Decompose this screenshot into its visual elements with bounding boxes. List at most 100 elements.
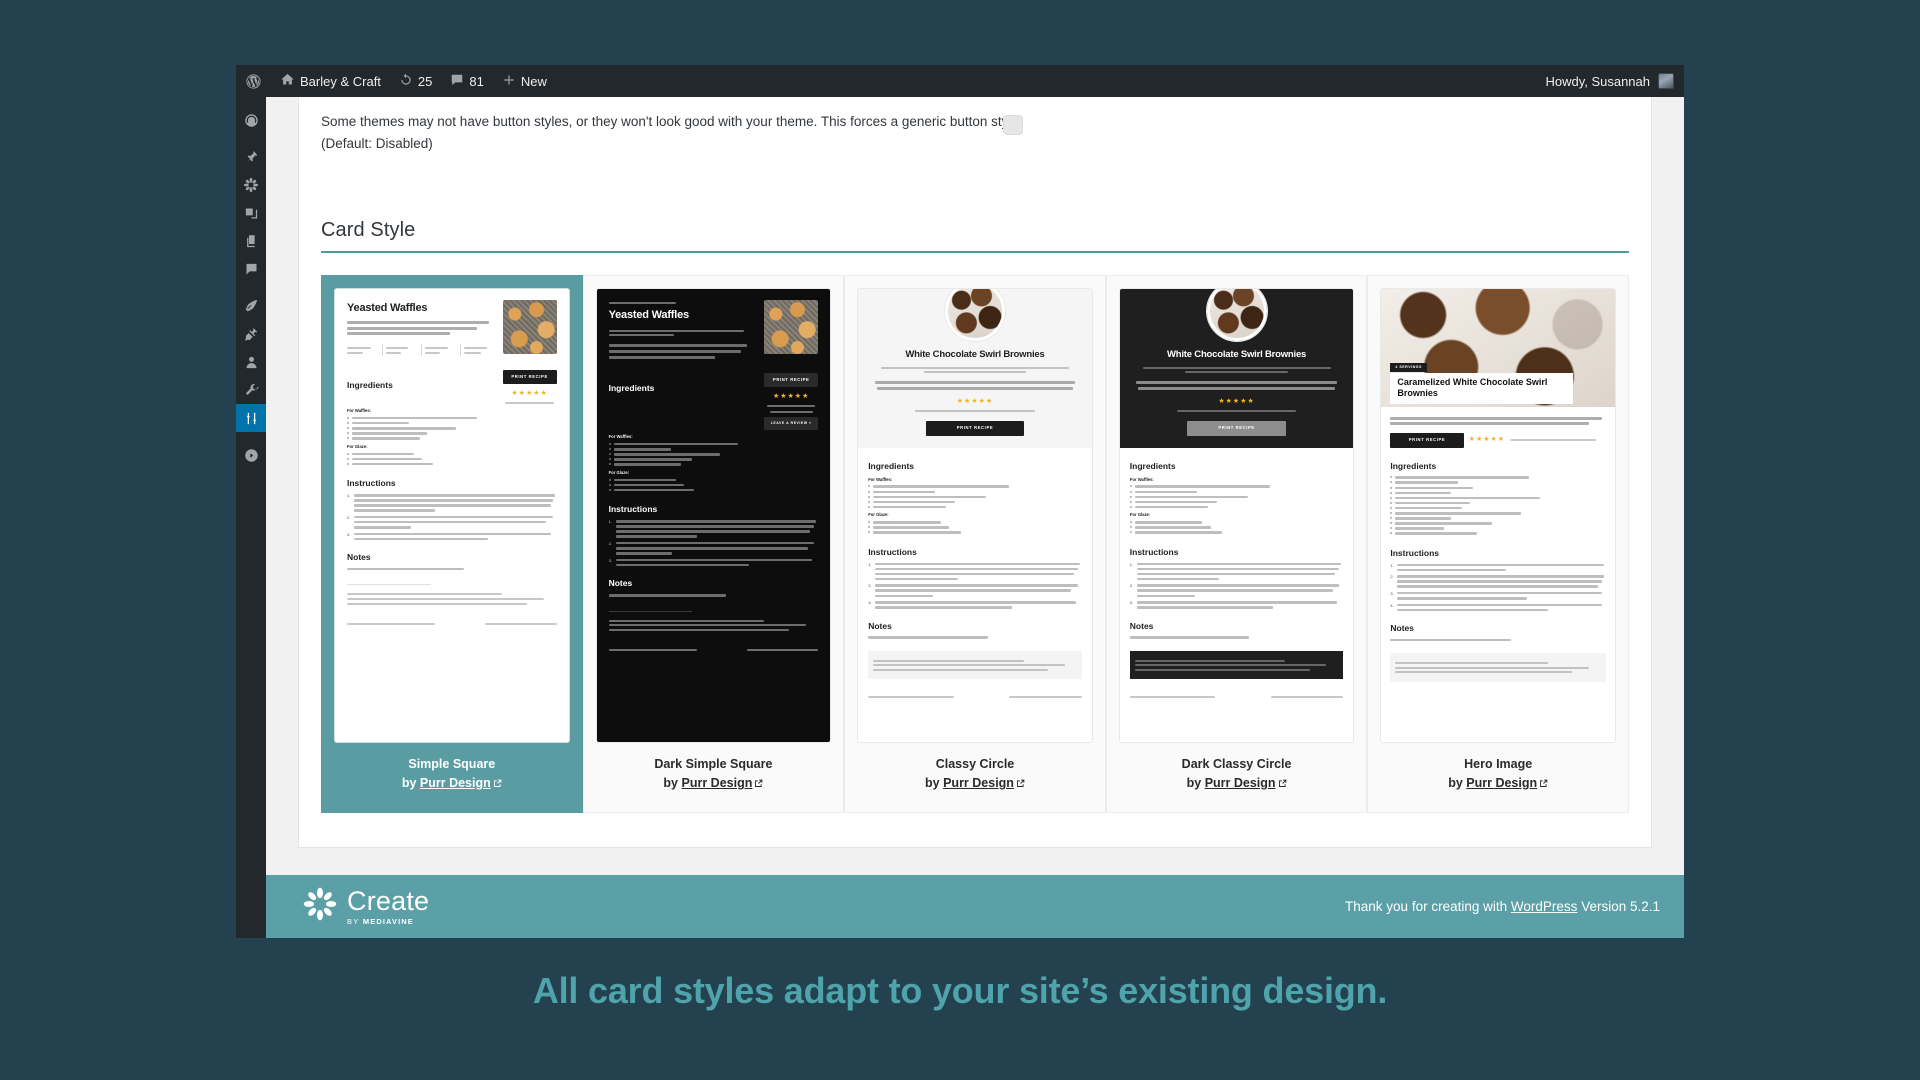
sidebar-item-appearance[interactable] — [236, 292, 266, 320]
site-name-label: Barley & Craft — [300, 73, 381, 89]
card-author-link[interactable]: Purr Design — [1466, 776, 1537, 790]
for-waffles-heading: For Waffles: — [868, 476, 893, 482]
recipe-card-mock: Yeasted Waffles Ingredients PRINT RECIPE… — [335, 289, 569, 742]
mediavine-text: MEDIAVINE — [362, 916, 414, 926]
settings-panel: Some themes may not have button styles, … — [298, 97, 1652, 849]
rating-stars: ★★★★★ — [772, 393, 810, 401]
page-title: Card Style — [321, 219, 1629, 253]
print-recipe-button[interactable]: PRINT RECIPE — [1187, 421, 1286, 436]
for-glaze-heading: For Glaze: — [608, 469, 630, 475]
recipe-photo — [764, 299, 819, 354]
comments-menu[interactable]: 81 — [441, 65, 492, 97]
instructions-heading: Instructions — [1129, 546, 1179, 557]
setting-description-line1: Some themes may not have button styles, … — [321, 114, 1023, 129]
new-label: New — [520, 73, 547, 89]
wordpress-admin-window: Barley & Craft 25 81 New Howdy, Susannah… — [236, 65, 1684, 938]
recipe-title: White Chocolate Swirl Brownies — [905, 348, 1045, 360]
card-author-link[interactable]: Purr Design — [682, 776, 753, 790]
new-content-menu[interactable]: New — [493, 65, 556, 97]
recipe-photo — [944, 288, 1005, 341]
sidebar-item-plugins[interactable] — [236, 320, 266, 348]
card-caption: Dark Simple Square by Purr Design — [596, 743, 832, 813]
flower-icon — [243, 177, 259, 193]
card-style-option-dark-classy-circle[interactable]: White Chocolate Swirl Brownies ★★★★★ PRI… — [1105, 274, 1368, 814]
menu-spacer — [236, 97, 266, 106]
ingredients-heading: Ingredients — [608, 383, 655, 394]
updates-menu[interactable]: 25 — [390, 65, 441, 97]
admin-content-area: Some themes may not have button styles, … — [266, 97, 1684, 938]
recipe-card-mock: White Chocolate Swirl Brownies ★★★★★ PRI… — [858, 288, 1092, 742]
card-style-option-classy-circle[interactable]: White Chocolate Swirl Brownies ★★★★★ PRI… — [844, 274, 1106, 814]
sidebar-item-dashboard[interactable] — [236, 106, 266, 134]
recipe-title: Caramelized White Chocolate Swirl Browni… — [1390, 372, 1573, 405]
sidebar-item-media[interactable] — [236, 199, 266, 227]
user-icon — [244, 355, 259, 370]
sidebar-item-tools[interactable] — [236, 376, 266, 404]
sidebar-item-posts[interactable] — [236, 143, 266, 171]
ingredients-heading: Ingredients — [347, 380, 393, 391]
print-recipe-button[interactable]: PRINT RECIPE — [1390, 433, 1464, 448]
card-preview-classy-circle: White Chocolate Swirl Brownies ★★★★★ PRI… — [857, 287, 1093, 743]
for-waffles-heading: For Waffles: — [608, 434, 633, 440]
recipe-card-mock: Yeasted Waffles Ingredients PRINT RECIPE… — [596, 288, 831, 742]
recipe-title: White Chocolate Swirl Brownies — [1166, 348, 1307, 360]
card-style-option-hero-image[interactable]: 4 SERVINGS Caramelized White Chocolate S… — [1367, 274, 1629, 814]
site-name-menu[interactable]: Barley & Craft — [271, 65, 390, 97]
notes-heading: Notes — [347, 552, 371, 563]
card-preview-dark-simple-square: Yeasted Waffles Ingredients PRINT RECIPE… — [595, 287, 832, 743]
dashboard-icon — [244, 113, 259, 128]
rating-stars: ★★★★★ — [1218, 397, 1255, 405]
external-link-icon — [1539, 775, 1548, 794]
print-recipe-button[interactable]: PRINT RECIPE — [502, 370, 557, 385]
wrench-icon — [244, 383, 259, 398]
my-account-menu[interactable]: Howdy, Susannah — [1537, 65, 1684, 97]
card-style-name: Dark Classy Circle — [1181, 756, 1292, 771]
sidebar-item-comments[interactable] — [236, 255, 266, 283]
leave-review-button[interactable]: LEAVE A REVIEW » — [764, 416, 819, 431]
card-style-name: Classy Circle — [935, 756, 1015, 771]
recipe-photo: 4 SERVINGS Caramelized White Chocolate S… — [1381, 288, 1615, 407]
servings-badge: 4 SERVINGS — [1390, 362, 1427, 373]
card-style-option-dark-simple-square[interactable]: Yeasted Waffles Ingredients PRINT RECIPE… — [582, 274, 845, 814]
button-style-checkbox[interactable] — [1003, 115, 1023, 135]
card-preview-dark-classy-circle: White Chocolate Swirl Brownies ★★★★★ PRI… — [1118, 287, 1355, 743]
print-recipe-button[interactable]: PRINT RECIPE — [764, 373, 819, 388]
for-glaze-heading: For Glaze: — [1129, 512, 1151, 518]
card-style-section: Card Style Yeasted Waffles Ingredients P… — [299, 155, 1651, 848]
wordpress-link[interactable]: WordPress — [1511, 899, 1578, 914]
by-prefix: by — [663, 776, 679, 791]
sidebar-item-pages[interactable] — [236, 227, 266, 255]
ingredients-heading: Ingredients — [868, 460, 914, 471]
by-prefix: by — [1448, 776, 1463, 791]
updates-count: 25 — [417, 73, 433, 89]
card-author-link[interactable]: Purr Design — [420, 776, 491, 790]
create-byline: BY MEDIAVINE — [347, 917, 429, 926]
home-icon — [280, 72, 295, 90]
sidebar-item-collapse-menu[interactable] — [236, 441, 266, 469]
setting-description-line2: (Default: Disabled) — [321, 135, 433, 151]
plus-icon — [502, 73, 516, 90]
print-recipe-button[interactable]: PRINT RECIPE — [925, 421, 1025, 436]
recipe-card-mock: 4 SERVINGS Caramelized White Chocolate S… — [1381, 288, 1615, 742]
sidebar-item-settings[interactable] — [236, 404, 266, 432]
wp-footer: Create BY MEDIAVINE Thank you for creati… — [266, 875, 1684, 938]
sidebar-item-users[interactable] — [236, 348, 266, 376]
admin-sidebar-menu — [236, 97, 266, 938]
wp-logo-menu[interactable] — [236, 65, 271, 97]
card-style-option-simple-square[interactable]: Yeasted Waffles Ingredients PRINT RECIPE… — [321, 274, 583, 814]
comment-icon — [244, 262, 259, 277]
card-caption: Dark Classy Circle by Purr Design — [1119, 743, 1355, 813]
card-author-link[interactable]: Purr Design — [943, 776, 1014, 790]
card-caption: Simple Square by Purr Design — [334, 743, 570, 813]
rating-stars: ★★★★★ — [511, 390, 548, 398]
sidebar-item-create[interactable] — [236, 171, 266, 199]
card-preview-hero-image: 4 SERVINGS Caramelized White Chocolate S… — [1380, 287, 1616, 743]
card-author-link[interactable]: Purr Design — [1205, 776, 1276, 790]
for-waffles-heading: For Waffles: — [1129, 476, 1154, 482]
rating-stars: ★★★★★ — [956, 397, 994, 405]
recipe-photo — [1206, 288, 1267, 341]
menu-spacer — [236, 283, 266, 292]
create-logo: Create BY MEDIAVINE — [302, 886, 429, 927]
recipe-title: Yeasted Waffles — [347, 301, 428, 314]
external-link-icon — [1278, 775, 1287, 794]
